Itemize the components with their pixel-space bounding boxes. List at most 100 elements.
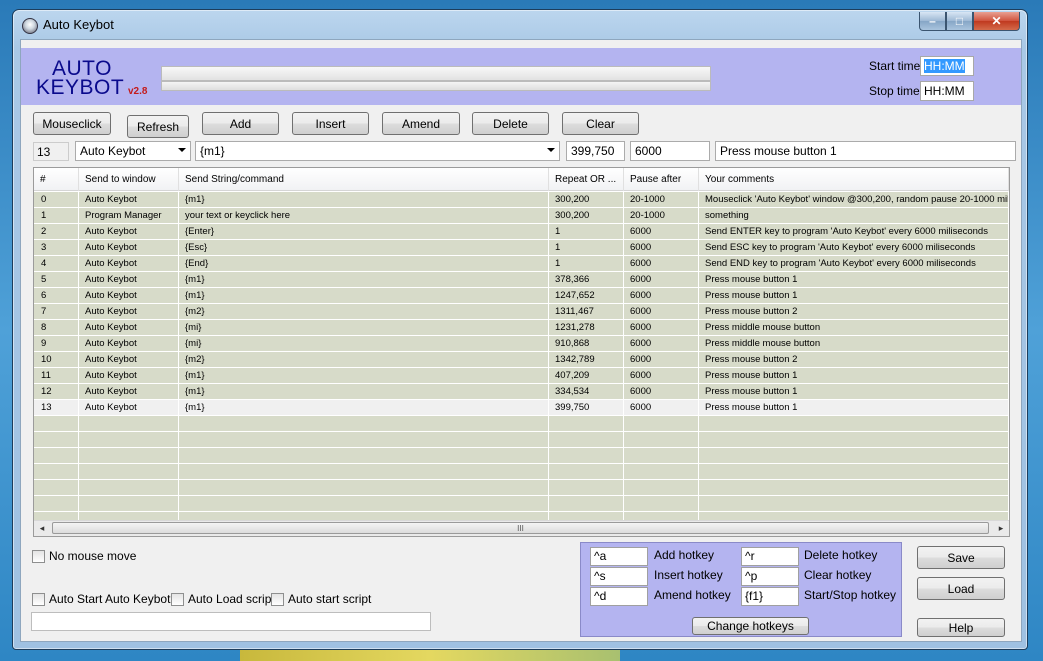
empty-cell[interactable] [79,480,179,496]
cell-repeat[interactable]: 1 [549,240,624,256]
cell-repeat[interactable]: 300,200 [549,192,624,208]
col-header-command[interactable]: Send String/command [179,168,549,191]
cell-index[interactable]: 10 [34,352,79,368]
cell-comment[interactable]: Send ENTER key to program 'Auto Keybot' … [699,224,1009,240]
empty-cell[interactable] [699,448,1009,464]
empty-cell[interactable] [179,464,549,480]
cell-index[interactable]: 11 [34,368,79,384]
cell-comment[interactable]: Send END key to program 'Auto Keybot' ev… [699,256,1009,272]
delete-hotkey-input[interactable]: ^r [741,547,799,566]
empty-cell[interactable] [179,480,549,496]
change-hotkeys-button[interactable]: Change hotkeys [692,617,809,635]
empty-cell[interactable] [34,480,79,496]
checkbox-box[interactable] [32,592,45,606]
empty-cell[interactable] [699,416,1009,432]
scroll-right-icon[interactable]: ▸ [993,520,1009,536]
command-select[interactable]: {m1} [195,141,560,161]
cell-pause[interactable]: 6000 [624,288,699,304]
insert-button[interactable]: Insert [292,112,369,135]
table-row[interactable]: 7 Auto Keybot {m2} 1311,467 6000 Press mouse … [34,304,1009,320]
empty-cell[interactable] [549,416,624,432]
table-row[interactable]: 2 Auto Keybot {Enter} 1 6000 Send ENTER key t… [34,224,1009,240]
cell-command[interactable]: {m2} [179,352,549,368]
empty-cell[interactable] [699,464,1009,480]
auto-start-script-checkbox[interactable]: Auto start script [271,592,371,606]
close-button[interactable]: ✕ [973,12,1020,31]
minimize-button[interactable]: – [919,12,946,31]
cell-window[interactable]: Auto Keybot [79,240,179,256]
cell-pause[interactable]: 6000 [624,352,699,368]
table-row[interactable]: 0 Auto Keybot {m1} 300,200 20-1000 Mouseclick… [34,192,1009,208]
empty-cell[interactable] [624,416,699,432]
empty-cell[interactable] [34,464,79,480]
empty-cell[interactable] [549,496,624,512]
cell-window[interactable]: Auto Keybot [79,256,179,272]
status-field[interactable] [31,612,431,631]
table-row[interactable]: 6 Auto Keybot {m1} 1247,652 6000 Press mouse … [34,288,1009,304]
empty-cell[interactable] [34,496,79,512]
cell-window[interactable]: Auto Keybot [79,272,179,288]
cell-repeat[interactable]: 1311,467 [549,304,624,320]
cell-window[interactable]: Auto Keybot [79,400,179,416]
cell-pause[interactable]: 6000 [624,400,699,416]
add-button[interactable]: Add [202,112,279,135]
cell-command[interactable]: {m1} [179,272,549,288]
cell-index[interactable]: 4 [34,256,79,272]
cell-command[interactable]: {m1} [179,384,549,400]
empty-cell[interactable] [699,432,1009,448]
empty-row[interactable] [34,496,1009,512]
table-row[interactable]: 13 Auto Keybot {m1} 399,750 6000 Press mouse … [34,400,1009,416]
cell-index[interactable]: 3 [34,240,79,256]
empty-cell[interactable] [549,464,624,480]
cell-index[interactable]: 2 [34,224,79,240]
scrollbar-thumb[interactable]: III [52,522,989,534]
cell-window[interactable]: Auto Keybot [79,368,179,384]
empty-row[interactable] [34,432,1009,448]
cell-index[interactable]: 5 [34,272,79,288]
refresh-button[interactable]: Refresh [127,115,189,138]
maximize-button[interactable]: □ [946,12,973,31]
empty-cell[interactable] [34,448,79,464]
cell-comment[interactable]: Press mouse button 1 [699,368,1009,384]
help-button[interactable]: Help [917,618,1005,637]
empty-cell[interactable] [624,448,699,464]
empty-cell[interactable] [549,480,624,496]
cell-index[interactable]: 8 [34,320,79,336]
table-row[interactable]: 5 Auto Keybot {m1} 378,366 6000 Press mouse b… [34,272,1009,288]
table-row[interactable]: 3 Auto Keybot {Esc} 1 6000 Send ESC key to pr… [34,240,1009,256]
cell-comment[interactable]: Send ESC key to program 'Auto Keybot' ev… [699,240,1009,256]
cell-comment[interactable]: Press middle mouse button [699,320,1009,336]
cell-pause[interactable]: 20-1000 [624,208,699,224]
pause-input[interactable]: 6000 [630,141,710,161]
cell-pause[interactable]: 6000 [624,224,699,240]
cell-comment[interactable]: Press middle mouse button [699,336,1009,352]
empty-cell[interactable] [34,432,79,448]
clear-button[interactable]: Clear [562,112,639,135]
empty-cell[interactable] [179,496,549,512]
cell-window[interactable]: Auto Keybot [79,320,179,336]
amend-button[interactable]: Amend [382,112,460,135]
table-row[interactable]: 4 Auto Keybot {End} 1 6000 Send END key to pr… [34,256,1009,272]
cell-command[interactable]: {Esc} [179,240,549,256]
cell-comment[interactable]: something [699,208,1009,224]
checkbox-box[interactable] [32,549,45,563]
cell-index[interactable]: 12 [34,384,79,400]
comment-input[interactable]: Press mouse button 1 [715,141,1016,161]
empty-cell[interactable] [624,432,699,448]
cell-pause[interactable]: 6000 [624,368,699,384]
cell-window[interactable]: Auto Keybot [79,224,179,240]
empty-cell[interactable] [624,464,699,480]
empty-cell[interactable] [699,496,1009,512]
col-header-index[interactable]: # [34,168,79,191]
cell-command[interactable]: {m1} [179,368,549,384]
scroll-left-icon[interactable]: ◂ [34,520,50,536]
cell-pause[interactable]: 6000 [624,384,699,400]
col-header-pause[interactable]: Pause after [624,168,699,191]
auto-load-script-checkbox[interactable]: Auto Load script [171,592,275,606]
cell-command[interactable]: {m1} [179,288,549,304]
empty-row[interactable] [34,464,1009,480]
cell-comment[interactable]: Press mouse button 1 [699,272,1009,288]
cell-pause[interactable]: 6000 [624,320,699,336]
cell-command[interactable]: {m2} [179,304,549,320]
empty-cell[interactable] [79,496,179,512]
